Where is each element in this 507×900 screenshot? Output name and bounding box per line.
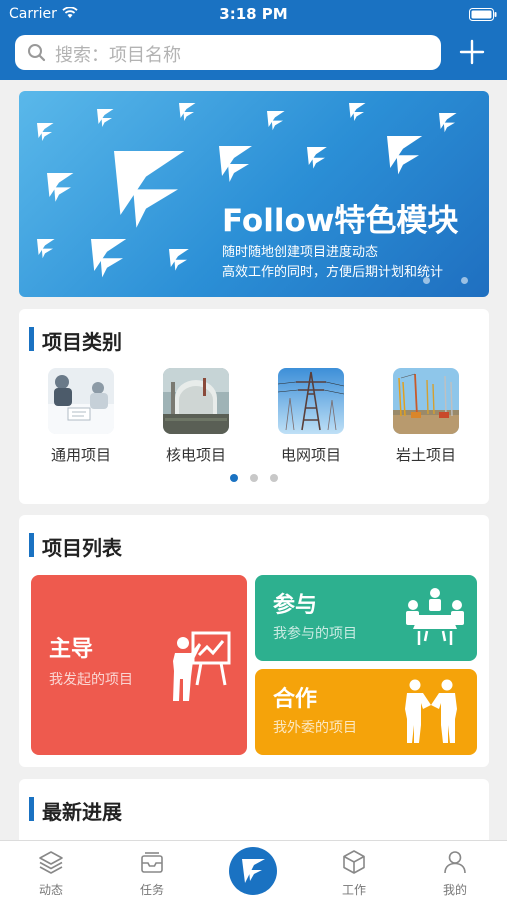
project-list-title: 项目列表 [42,536,122,560]
handshake-icon [405,679,457,743]
search-placeholder: 搜索：项目名称 [55,45,181,66]
user-icon [444,851,466,874]
category-label: 岩土项目 [395,446,456,464]
add-icon[interactable] [458,38,486,66]
top-header: Carrier 3:18 PM 搜索：项目名称 [0,0,507,80]
banner-title: Follow特色模块 [222,203,459,239]
meeting-table-icon [406,588,464,645]
follow-home-button[interactable] [229,847,277,895]
project-list-card: 项目列表 主导 我发起的项目 参与 我参与的项目 合作 我外委的项目 [19,515,489,767]
section-marker [29,797,34,821]
tile-join[interactable]: 参与 我参与的项目 [255,575,477,661]
presenter-icon [173,631,231,701]
banner-dot [461,277,468,284]
tab-label: 我的 [442,883,467,897]
latest-section-title: 最新进展 [42,800,122,824]
banner-line-1: 随时随地创建项目进度动态 [222,245,379,260]
category-general[interactable]: 通用项目 [36,368,126,465]
category-card: 项目类别 通用项目 核电项目 电网项目 岩土项目 [19,309,489,504]
tile-coop-title: 合作 [273,687,318,712]
battery-icon [469,8,497,21]
search-input[interactable]: 搜索：项目名称 [15,35,441,70]
category-label: 核电项目 [165,446,226,464]
status-bar: Carrier 3:18 PM [0,0,507,28]
nuclear-plant-photo-icon [163,368,229,434]
tile-lead-subtitle: 我发起的项目 [49,672,133,688]
construction-site-photo-icon [393,368,459,434]
feature-banner[interactable]: Follow特色模块 随时随地创建项目进度动态 高效工作的同时，方便后期计划和统… [19,91,489,297]
layers-icon [39,851,63,874]
meeting-photo-icon [48,368,114,434]
page-dot[interactable] [250,474,258,482]
banner-line-2: 高效工作的同时，方便后期计划和统计 [222,265,444,280]
tile-coop[interactable]: 合作 我外委的项目 [255,669,477,755]
category-section-title: 项目类别 [42,330,122,354]
power-tower-photo-icon [278,368,344,434]
tab-me[interactable]: 我的 [415,841,495,900]
tab-label: 任务 [139,883,164,897]
section-marker [29,533,34,557]
latest-progress-card: 最新进展 [19,779,489,849]
page-dot-active[interactable] [230,474,238,482]
cube-icon [343,850,365,874]
tab-feed[interactable]: 动态 [11,841,91,900]
tab-tasks[interactable]: 任务 [112,841,192,900]
tile-lead[interactable]: 主导 我发起的项目 [31,575,247,755]
tab-label: 动态 [38,883,63,897]
inbox-icon [141,852,163,873]
category-label: 通用项目 [50,446,111,464]
category-geotech[interactable]: 岩土项目 [381,368,471,465]
banner-dot [423,277,430,284]
section-marker [29,327,34,351]
tile-join-title: 参与 [273,593,318,618]
tile-coop-subtitle: 我外委的项目 [273,720,357,736]
follow-logo-icon [242,859,265,883]
tab-label: 工作 [341,883,366,897]
category-label: 电网项目 [280,446,341,464]
bottom-tab-bar: 动态 任务 工作 我的 [0,840,507,900]
search-icon [28,44,46,62]
page-dot[interactable] [270,474,278,482]
tile-join-subtitle: 我参与的项目 [273,626,357,642]
category-grid[interactable]: 电网项目 [266,368,356,465]
tab-work[interactable]: 工作 [314,841,394,900]
category-nuclear[interactable]: 核电项目 [151,368,241,465]
status-time: 3:18 PM [219,5,288,23]
tile-lead-title: 主导 [49,637,94,662]
